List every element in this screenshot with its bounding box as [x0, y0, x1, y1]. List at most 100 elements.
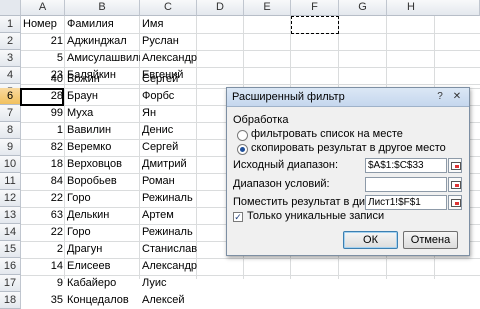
cell-b2[interactable]: Аджинджал — [65, 33, 140, 50]
row-header[interactable]: 14 — [0, 224, 21, 241]
cell-b6[interactable]: Браун — [65, 88, 140, 105]
cell-a8[interactable]: 1 — [21, 122, 65, 139]
advanced-filter-dialog: Расширенный фильтр ? ✕ Обработка фильтро… — [226, 87, 470, 256]
criteria-range-field[interactable] — [365, 177, 447, 192]
cell-a1[interactable]: Номер — [21, 16, 65, 33]
cell-a9[interactable]: 82 — [21, 139, 65, 156]
cell-b14[interactable]: Горо — [65, 224, 140, 241]
column-header-c[interactable]: C — [140, 0, 197, 16]
cell-b11[interactable]: Воробьев — [65, 173, 140, 190]
help-button[interactable]: ? — [433, 90, 447, 103]
cell-c16[interactable]: Александр — [140, 258, 197, 275]
cell-a12[interactable]: 22 — [21, 190, 65, 207]
close-icon[interactable]: ✕ — [449, 90, 465, 103]
cell-b13[interactable]: Делькин — [65, 207, 140, 224]
range-picker-icon[interactable] — [448, 177, 462, 192]
column-header-f[interactable]: F — [291, 0, 339, 16]
cell-b10[interactable]: Верховцов — [65, 156, 140, 173]
row-header[interactable]: 13 — [0, 207, 21, 224]
range-picker-icon[interactable] — [448, 158, 462, 173]
cell-c17[interactable]: Луис — [140, 275, 197, 292]
select-all-corner[interactable] — [0, 0, 21, 16]
cell-a18[interactable]: 35 — [21, 292, 65, 309]
row-header[interactable]: 9 — [0, 139, 21, 156]
cell-c15[interactable]: Станислав — [140, 241, 197, 258]
row-header[interactable]: 2 — [0, 33, 21, 50]
cell-c8[interactable]: Денис — [140, 122, 197, 139]
column-header-d[interactable]: D — [197, 0, 244, 16]
cell-a5[interactable]: 40 — [21, 71, 65, 88]
cell-a15[interactable]: 2 — [21, 241, 65, 258]
cell-c13[interactable]: Артем — [140, 207, 197, 224]
cell-a11[interactable]: 84 — [21, 173, 65, 190]
dialog-titlebar[interactable]: Расширенный фильтр ? ✕ — [227, 88, 469, 107]
cell-b9[interactable]: Веремко — [65, 139, 140, 156]
cell-b8[interactable]: Вавилин — [65, 122, 140, 139]
cell-c2[interactable]: Руслан — [140, 33, 197, 50]
cell-c11[interactable]: Роман — [140, 173, 197, 190]
row-header[interactable]: 10 — [0, 156, 21, 173]
source-range-field[interactable]: $A$1:$C$33 — [365, 158, 447, 173]
cell-c7[interactable]: Ян — [140, 105, 197, 122]
row-header[interactable]: 8 — [0, 122, 21, 139]
option-copy-label[interactable]: скопировать результат в другое место — [251, 142, 446, 154]
column-header-e[interactable]: E — [244, 0, 291, 16]
row-header[interactable]: 12 — [0, 190, 21, 207]
cell-c9[interactable]: Сергей — [140, 139, 197, 156]
row-header[interactable]: 7 — [0, 105, 21, 122]
row-header[interactable]: 16 — [0, 258, 21, 275]
row-header[interactable]: 15 — [0, 241, 21, 258]
copy-destination-marquee — [291, 16, 339, 34]
cell-c14[interactable]: Режиналь — [140, 224, 197, 241]
cell-c10[interactable]: Дмитрий — [140, 156, 197, 173]
cell-b1[interactable]: Фамилия — [65, 16, 140, 33]
cell-b5[interactable]: Божин — [65, 71, 140, 88]
cell-b16[interactable]: Елисеев — [65, 258, 140, 275]
cell-c3[interactable]: Александр — [140, 50, 197, 67]
unique-records-label[interactable]: Только уникальные записи — [247, 210, 384, 222]
row-header[interactable]: 11 — [0, 173, 21, 190]
cell-a14[interactable]: 22 — [21, 224, 65, 241]
row-header[interactable]: 18 — [0, 292, 21, 309]
cell-b3[interactable]: Амисулашвили — [65, 50, 140, 67]
range-picker-icon[interactable] — [448, 195, 462, 210]
dialog-title: Расширенный фильтр — [232, 91, 345, 103]
cell-b17[interactable]: Кабайеро — [65, 275, 140, 292]
column-header-b[interactable]: B — [65, 0, 140, 16]
active-cell-outline — [20, 88, 64, 106]
cell-a13[interactable]: 63 — [21, 207, 65, 224]
cell-a17[interactable]: 9 — [21, 275, 65, 292]
cell-a7[interactable]: 99 — [21, 105, 65, 122]
column-header-g[interactable]: G — [339, 0, 387, 16]
cell-b12[interactable]: Горо — [65, 190, 140, 207]
unique-records-checkbox[interactable]: ✓ — [233, 212, 243, 222]
cell-c12[interactable]: Режиналь — [140, 190, 197, 207]
row-header[interactable]: 4 — [0, 67, 21, 84]
cell-c18[interactable]: Алексей — [140, 292, 197, 309]
cell-c5[interactable]: Сергей — [140, 71, 197, 88]
cell-a10[interactable]: 18 — [21, 156, 65, 173]
cancel-button[interactable]: Отмена — [403, 231, 458, 249]
cell-a2[interactable]: 21 — [21, 33, 65, 50]
column-header-a[interactable]: A — [21, 0, 65, 16]
ok-button[interactable]: ОК — [343, 231, 398, 249]
criteria-range-label: Диапазон условий: — [233, 178, 330, 190]
cell-c1[interactable]: Имя — [140, 16, 197, 33]
radio-copy-to-location[interactable] — [237, 144, 248, 155]
cell-b18[interactable]: Концедалов — [65, 292, 140, 309]
copy-to-field[interactable]: Лист1!$F$1 — [365, 195, 447, 210]
cell-c6[interactable]: Форбс — [140, 88, 197, 105]
column-header-h[interactable]: H — [387, 0, 480, 16]
row-header-selected[interactable]: 6 — [0, 88, 21, 105]
row-header[interactable]: 17 — [0, 275, 21, 292]
option-filter-in-place-label[interactable]: фильтровать список на месте — [251, 128, 403, 140]
cell-b7[interactable]: Муха — [65, 105, 140, 122]
cell-a16[interactable]: 14 — [21, 258, 65, 275]
radio-filter-in-place[interactable] — [237, 130, 248, 141]
processing-group-label: Обработка — [233, 114, 289, 126]
row-header[interactable]: 1 — [0, 16, 21, 33]
row-header[interactable]: 3 — [0, 50, 21, 67]
cell-b15[interactable]: Драгун — [65, 241, 140, 258]
cell-a3[interactable]: 5 — [21, 50, 65, 67]
source-range-label: Исходный диапазон: — [233, 159, 339, 171]
